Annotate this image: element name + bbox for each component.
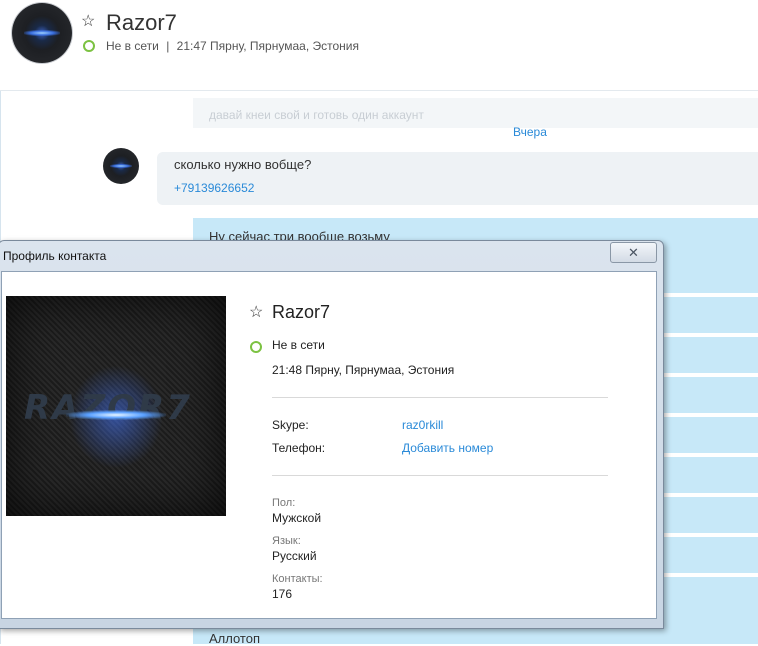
incoming-phone-link[interactable]: +79139626652: [174, 181, 254, 195]
gender-value: Мужской: [272, 511, 322, 525]
skype-label: Skype:: [272, 418, 309, 432]
language-value: Русский: [272, 549, 317, 563]
profile-status: Не в сети: [272, 338, 325, 352]
profile-picture-logo: RAZOR7: [24, 388, 192, 428]
contact-status: Не в сети: [106, 39, 159, 53]
profile-time-location: 21:48 Пярну, Пярнумаа, Эстония: [272, 363, 455, 377]
favorite-star-icon[interactable]: ☆: [249, 305, 263, 321]
skype-name-link[interactable]: raz0rkill: [402, 418, 443, 432]
profile-picture-flare: [66, 410, 166, 420]
divider: [272, 397, 608, 398]
close-icon: ✕: [628, 245, 639, 260]
contact-status-line: Не в сети | 21:47 Пярну, Пярнумаа, Эстон…: [106, 39, 359, 53]
contact-avatar[interactable]: [12, 3, 72, 63]
dialog-body: RAZOR7 ☆ Razor7 Не в сети 21:48 Пярну, П…: [1, 271, 657, 619]
faded-message-text: давай кнеи свой и готовь один аккаунт: [209, 108, 424, 122]
conversation-header: ☆ Razor7 Не в сети | 21:47 Пярну, Пярнум…: [0, 0, 758, 91]
avatar-glow: [110, 164, 132, 168]
profile-picture: RAZOR7: [6, 296, 226, 516]
contact-time-location: 21:47 Пярну, Пярнумаа, Эстония: [176, 39, 359, 53]
profile-name: Razor7: [272, 302, 331, 322]
offline-status-icon: [83, 40, 95, 52]
divider: [272, 475, 608, 476]
gender-label: Пол:: [272, 497, 296, 509]
favorite-star-icon[interactable]: ☆: [81, 14, 95, 30]
contact-name[interactable]: Razor7: [106, 10, 177, 36]
close-button[interactable]: ✕: [610, 242, 657, 263]
contact-profile-dialog: Профиль контакта ✕ RAZOR7 ☆ Razor7 Не в …: [0, 240, 664, 629]
contacts-label: Контакты:: [272, 573, 323, 585]
status-separator: |: [166, 39, 170, 53]
avatar-glow: [24, 30, 60, 36]
incoming-message-text: сколько нужно вобще?: [174, 157, 312, 172]
add-phone-link[interactable]: Добавить номер: [402, 441, 493, 455]
message-avatar[interactable]: [103, 148, 139, 184]
dialog-title: Профиль контакта: [3, 249, 107, 263]
offline-status-icon: [250, 341, 262, 353]
language-label: Язык:: [272, 535, 301, 547]
contacts-count: 176: [272, 587, 293, 601]
phone-label: Телефон:: [272, 441, 326, 455]
date-separator: Вчера: [513, 125, 547, 139]
